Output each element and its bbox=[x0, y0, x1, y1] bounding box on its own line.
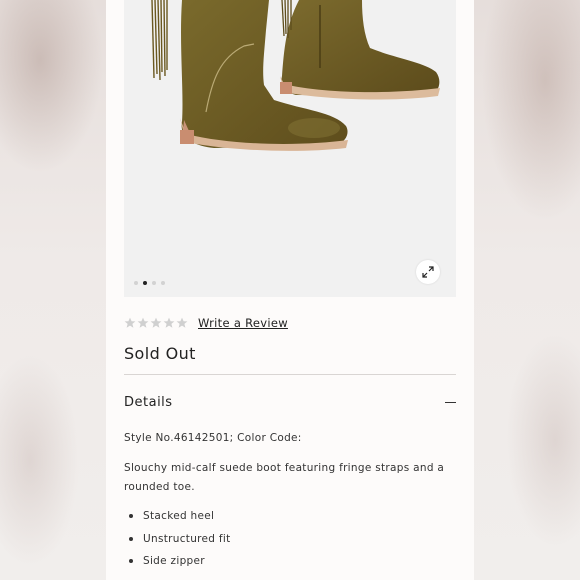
gallery-dot[interactable] bbox=[134, 281, 138, 285]
feature-text: Stacked heel bbox=[143, 510, 215, 522]
list-item: Side zipper bbox=[124, 553, 231, 576]
boots-product-image bbox=[151, 0, 440, 151]
feature-text: Unstructured fit bbox=[143, 532, 231, 545]
star-empty-icon bbox=[150, 317, 162, 328]
expand-icon bbox=[422, 266, 434, 278]
details-accordion-header[interactable]: Details bbox=[124, 392, 456, 412]
right-boot bbox=[280, 0, 440, 100]
list-item: Stacked heel bbox=[124, 508, 231, 531]
write-review-link[interactable]: Write a Review bbox=[198, 316, 288, 330]
feature-list: Stacked heel Unstructured fit Side zippe… bbox=[124, 508, 231, 576]
details-title: Details bbox=[124, 394, 173, 410]
bullet-icon bbox=[129, 536, 133, 541]
minus-icon[interactable] bbox=[445, 401, 456, 403]
product-image-gallery[interactable] bbox=[124, 0, 456, 297]
gallery-dot-active[interactable] bbox=[143, 281, 147, 285]
product-description: Slouchy mid-calf suede boot featuring fr… bbox=[124, 462, 445, 493]
star-rating bbox=[124, 317, 188, 329]
star-empty-icon bbox=[163, 317, 175, 328]
star-empty-icon bbox=[137, 317, 149, 328]
list-item: Unstructured fit bbox=[124, 531, 231, 554]
fringe-straps-left bbox=[151, 0, 168, 81]
product-page: Write a Review Sold Out Details Style No… bbox=[106, 0, 474, 580]
star-empty-icon bbox=[124, 317, 136, 328]
gallery-dot[interactable] bbox=[152, 281, 156, 285]
rating-row: Write a Review bbox=[124, 314, 288, 332]
bullet-icon bbox=[129, 514, 133, 518]
bullet-icon bbox=[129, 559, 133, 563]
availability-status: Sold Out bbox=[124, 344, 196, 363]
gallery-dot[interactable] bbox=[161, 281, 165, 285]
gallery-pagination-dots bbox=[134, 281, 165, 285]
star-empty-icon bbox=[176, 317, 188, 328]
zoom-button[interactable] bbox=[416, 260, 440, 284]
style-number: Style No.46142501; Color Code: bbox=[124, 432, 302, 444]
feature-text: Side zipper bbox=[143, 555, 205, 567]
divider bbox=[124, 374, 456, 375]
